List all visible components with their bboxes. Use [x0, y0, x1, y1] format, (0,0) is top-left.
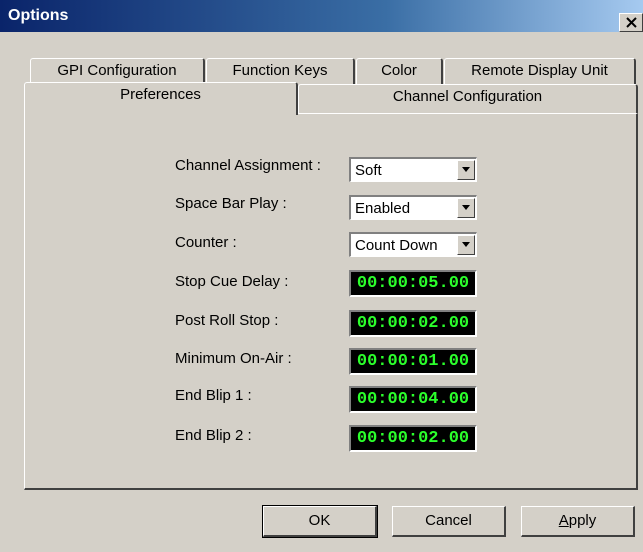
tab-label: Function Keys	[232, 62, 328, 79]
dropdown-button[interactable]	[457, 198, 475, 218]
close-icon	[626, 17, 637, 28]
ok-button[interactable]: OK	[262, 505, 378, 538]
tab-gpi-configuration[interactable]: GPI Configuration	[30, 58, 205, 85]
post-roll-stop-label: Post Roll Stop :	[175, 312, 279, 329]
preferences-panel: Channel Assignment : Soft Space Bar Play…	[24, 113, 638, 490]
space-bar-play-label: Space Bar Play :	[175, 195, 287, 212]
counter-select[interactable]: Count Down	[349, 232, 477, 257]
tab-label: Color	[381, 62, 417, 79]
counter-value: Count Down	[355, 237, 438, 254]
space-bar-play-select[interactable]: Enabled	[349, 195, 477, 220]
tab-function-keys[interactable]: Function Keys	[206, 58, 355, 85]
dropdown-button[interactable]	[457, 235, 475, 255]
tab-label: Channel Configuration	[392, 88, 543, 105]
tab-label: Remote Display Unit	[471, 62, 608, 79]
stop-cue-delay-label: Stop Cue Delay :	[175, 273, 289, 290]
window-title: Options	[8, 7, 69, 24]
post-roll-stop-timecode[interactable]: 00:00:02.00	[349, 310, 477, 337]
end-blip-1-timecode[interactable]: 00:00:04.00	[349, 386, 477, 413]
end-blip-2-label: End Blip 2 :	[175, 427, 252, 444]
chevron-down-icon	[462, 167, 470, 172]
cancel-button[interactable]: Cancel	[392, 506, 506, 537]
channel-assignment-label: Channel Assignment :	[175, 157, 321, 174]
dropdown-button[interactable]	[457, 160, 475, 180]
counter-label: Counter :	[175, 234, 237, 251]
tab-remote-display-unit[interactable]: Remote Display Unit	[444, 58, 636, 85]
channel-assignment-value: Soft	[355, 162, 382, 179]
tab-channel-configuration[interactable]: Channel Configuration	[298, 84, 638, 114]
end-blip-1-label: End Blip 1 :	[175, 387, 252, 404]
apply-mnemonic: A	[558, 512, 569, 529]
end-blip-2-timecode[interactable]: 00:00:02.00	[349, 425, 477, 452]
tab-color[interactable]: Color	[356, 58, 443, 85]
close-button[interactable]	[619, 13, 643, 32]
space-bar-play-value: Enabled	[355, 200, 411, 217]
chevron-down-icon	[462, 242, 470, 247]
minimum-on-air-timecode[interactable]: 00:00:01.00	[349, 348, 477, 375]
tab-label: GPI Configuration	[57, 62, 177, 79]
title-bar: Options	[0, 0, 643, 32]
minimum-on-air-label: Minimum On-Air :	[175, 350, 292, 367]
tab-label: Preferences	[120, 86, 201, 103]
chevron-down-icon	[462, 205, 470, 210]
stop-cue-delay-timecode[interactable]: 00:00:05.00	[349, 270, 477, 297]
apply-button[interactable]: Apply	[521, 506, 635, 537]
tab-preferences[interactable]: Preferences	[24, 82, 298, 115]
channel-assignment-select[interactable]: Soft	[349, 157, 477, 182]
apply-label: pply	[568, 512, 597, 529]
